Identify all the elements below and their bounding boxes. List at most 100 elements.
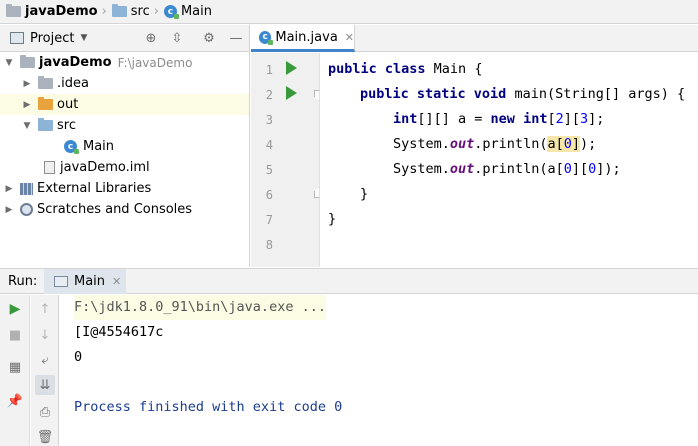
chevron-right-icon[interactable]: ▶ — [4, 205, 14, 215]
rerun-icon[interactable]: ▶ — [5, 299, 25, 319]
tree-item-out[interactable]: ▶ out — [0, 94, 249, 115]
chevron-right-icon: › — [153, 4, 159, 19]
code-line-7: } — [328, 211, 337, 227]
run-toolbar: ▶ ■ ▦ 📌 — [0, 295, 30, 446]
project-view-icon — [10, 32, 24, 44]
minimize-icon[interactable]: — — [228, 30, 244, 46]
run-gutter-icon[interactable] — [286, 86, 297, 100]
folder-icon — [38, 76, 53, 89]
run-tab-main[interactable]: Main ✕ — [44, 269, 126, 294]
chevron-right-icon[interactable]: ▶ — [22, 100, 32, 110]
editor-tab-main-java[interactable]: c Main.java ✕ — [251, 25, 355, 52]
line-number: 4 — [265, 138, 273, 152]
editor-tab-bar: c Main.java ✕ — [251, 25, 698, 52]
breadcrumb-file-label: Main — [180, 4, 212, 19]
line-number: 7 — [265, 213, 273, 227]
line-number: 3 — [265, 113, 273, 127]
locate-target-icon[interactable]: ⊕ — [143, 30, 159, 46]
navigation-bar: javaDemo › src › c Main — [0, 0, 698, 24]
folder-icon — [38, 97, 53, 110]
console-icon — [54, 276, 68, 287]
code-editor[interactable]: public class Main { public static void m… — [321, 53, 698, 267]
run-tab-label: Main — [74, 274, 106, 289]
code-line-5: System.out.println(a[0][0]); — [393, 161, 621, 177]
editor-gutter: 1 2 3 4 5 6 7 8 — [251, 53, 320, 267]
chevron-right-icon: › — [101, 4, 107, 19]
soft-wrap-icon[interactable]: ⤶ — [35, 350, 55, 370]
tree-item-label: out — [57, 97, 79, 112]
pin-icon[interactable]: 📌 — [5, 391, 25, 411]
stop-icon[interactable]: ■ — [5, 325, 25, 345]
tree-item-label: Main — [83, 139, 115, 154]
tree-item-iml[interactable]: javaDemo.iml — [0, 157, 249, 178]
line-number: 1 — [265, 63, 273, 77]
fold-icon[interactable] — [314, 187, 319, 198]
line-number: 5 — [265, 163, 273, 177]
layout-icon[interactable]: ▦ — [5, 357, 25, 377]
folder-icon — [38, 118, 53, 131]
tree-item-label: javaDemo.iml — [60, 160, 150, 175]
arrow-up-icon[interactable]: ↑ — [35, 299, 55, 319]
module-file-icon — [44, 161, 55, 174]
breadcrumb-project-label: javaDemo — [25, 4, 98, 19]
line-number: 2 — [265, 88, 273, 102]
collapse-all-icon[interactable]: ⇳ — [169, 30, 185, 46]
close-icon[interactable]: ✕ — [345, 31, 354, 44]
java-class-icon: c — [64, 140, 79, 154]
console-output[interactable]: F:\jdk1.8.0_91\bin\java.exe ... [I@45546… — [60, 295, 698, 446]
source-folder-icon — [111, 4, 127, 17]
console-exit-line: Process finished with exit code 0 — [74, 399, 343, 415]
java-class-icon: c — [259, 30, 274, 45]
library-icon — [20, 182, 33, 195]
breadcrumb-file[interactable]: c Main — [163, 0, 212, 24]
chevron-down-icon[interactable]: ▼ — [22, 121, 32, 131]
project-panel-header: Project ▼ ⊕ ⇳ ⚙ — — [0, 25, 250, 52]
tree-item-javademo[interactable]: ▼ javaDemo F:\javaDemo — [0, 52, 249, 73]
arrow-down-icon[interactable]: ↓ — [35, 325, 55, 345]
tree-item-idea[interactable]: ▶ .idea — [0, 73, 249, 94]
editor-tab-label: Main.java — [275, 29, 338, 45]
scroll-to-end-icon[interactable]: ⇊ — [35, 375, 55, 395]
console-command-line[interactable]: F:\jdk1.8.0_91\bin\java.exe ... — [74, 295, 326, 320]
code-line-2: public static void main(String[] args) { — [360, 86, 686, 102]
code-line-6: } — [360, 186, 369, 202]
fold-icon[interactable] — [314, 90, 319, 101]
project-view-selector[interactable]: Project — [30, 31, 74, 46]
breadcrumb-project[interactable]: javaDemo — [6, 0, 98, 24]
line-number: 6 — [265, 188, 273, 202]
close-icon[interactable]: ✕ — [112, 275, 121, 288]
tree-item-scratches[interactable]: ▶ Scratches and Consoles — [0, 199, 249, 220]
chevron-right-icon[interactable]: ▶ — [22, 79, 32, 89]
tree-item-label: javaDemo — [39, 55, 112, 70]
gear-icon[interactable]: ⚙ — [201, 30, 217, 46]
tree-item-label: .idea — [57, 76, 89, 91]
trash-icon[interactable]: 🗑 — [35, 427, 55, 446]
breadcrumb-folder[interactable]: src — [111, 0, 150, 24]
run-panel-header: Run: Main ✕ — [0, 268, 698, 294]
project-tree: ▼ javaDemo F:\javaDemo ▶ .idea ▶ out ▼ s… — [0, 52, 250, 267]
code-line-3: int[][] a = new int[2][3]; — [393, 111, 605, 127]
folder-icon — [20, 55, 35, 68]
tree-item-src[interactable]: ▼ src — [0, 115, 249, 136]
print-icon[interactable]: ⎙ — [35, 402, 55, 422]
tree-item-main[interactable]: c Main — [0, 136, 249, 157]
chevron-down-icon[interactable]: ▼ — [80, 33, 87, 43]
project-folder-icon — [6, 4, 21, 17]
tree-item-label: Scratches and Consoles — [37, 202, 193, 217]
line-number: 8 — [265, 238, 273, 252]
code-line-1: public class Main { — [328, 61, 483, 77]
console-output-line: [I@4554617c — [74, 324, 164, 340]
breadcrumb-folder-label: src — [130, 4, 150, 19]
console-output-line: 0 — [74, 349, 83, 365]
chevron-down-icon[interactable]: ▼ — [4, 58, 14, 68]
chevron-right-icon[interactable]: ▶ — [4, 184, 14, 194]
console-toolbar: ↑ ↓ ⤶ ⇊ ⎙ 🗑 — [31, 295, 59, 446]
tree-item-label: External Libraries — [37, 181, 152, 196]
tree-item-label: src — [57, 118, 76, 133]
code-line-4: System.out.println(a[0]); — [393, 136, 597, 152]
java-class-icon: c — [163, 5, 179, 19]
scratches-icon — [20, 203, 33, 216]
run-gutter-icon[interactable] — [286, 61, 297, 75]
tree-item-path: F:\javaDemo — [117, 55, 193, 70]
tree-item-external-libraries[interactable]: ▶ External Libraries — [0, 178, 249, 199]
